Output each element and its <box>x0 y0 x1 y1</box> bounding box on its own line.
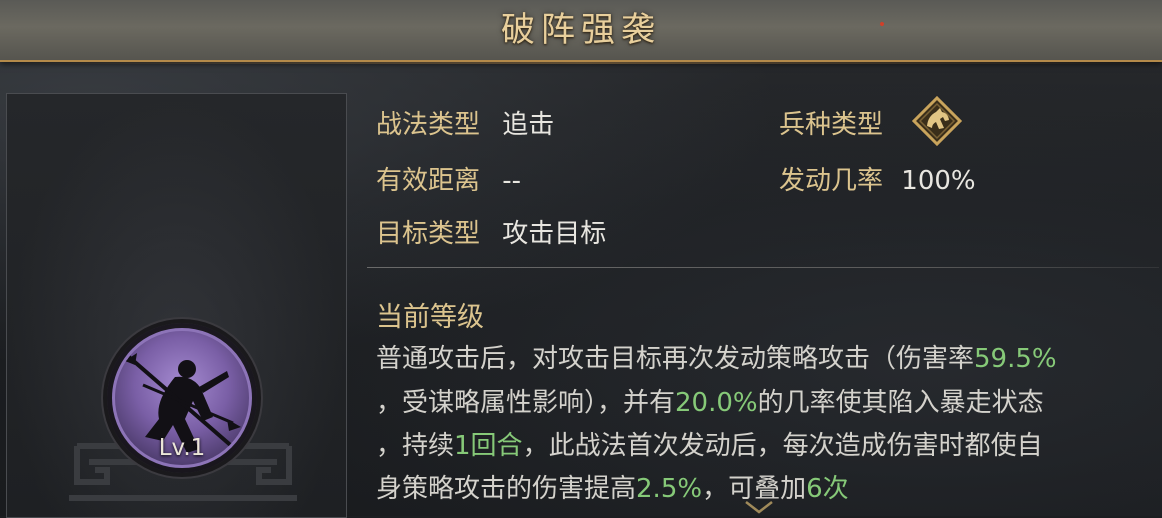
scroll-down-chevron-icon[interactable] <box>744 500 774 514</box>
trigger-rate-row: 发动几率 100% <box>779 160 976 197</box>
tactic-type-value: 追击 <box>502 110 555 140</box>
target-row: 目标类型 攻击目标 <box>376 213 606 250</box>
desc-highlight: 59.5% <box>974 344 1057 374</box>
skill-level: Lv.1 <box>158 435 206 461</box>
distance-value: -- <box>502 166 522 196</box>
desc-text: 的几率使其陷入暴走状态 <box>757 388 1044 418</box>
desc-highlight: 2.5% <box>636 474 703 504</box>
tactic-type-row: 战法类型 追击 <box>376 104 554 141</box>
desc-highlight: 6次 <box>806 474 849 504</box>
title-bar: 破阵强袭 <box>0 0 1162 64</box>
distance-label: 有效距离 <box>376 166 481 196</box>
troop-type-label: 兵种类型 <box>779 110 884 140</box>
target-value: 攻击目标 <box>502 219 607 249</box>
section-divider <box>367 267 1159 268</box>
desc-text: ，持续 <box>376 431 455 461</box>
desc-line-3: ，持续1回合，此战法首次发动后，每次造成伤害时都使自 <box>376 425 1043 462</box>
trigger-rate-value: 100% <box>901 166 976 196</box>
desc-line-1: 普通攻击后，对攻击目标再次发动策略攻击（伤害率59.5% <box>376 338 1057 375</box>
distance-row: 有效距离 -- <box>376 160 521 197</box>
desc-line-4: 身策略攻击的伤害提高2.5%，可叠加6次 <box>376 468 849 505</box>
desc-highlight: 20.0% <box>675 388 758 418</box>
skill-portrait-panel: Lv.1 <box>6 93 347 518</box>
target-label: 目标类型 <box>376 219 481 249</box>
skill-title: 破阵强袭 <box>501 10 661 50</box>
desc-line-2: ，受谋略属性影响），并有20.0%的几率使其陷入暴走状态 <box>376 382 1044 419</box>
desc-text: 身策略攻击的伤害提高 <box>376 474 637 504</box>
tactic-type-label: 战法类型 <box>376 110 481 140</box>
current-level-title: 当前等级 <box>376 302 484 333</box>
desc-text: ，受谋略属性影响），并有 <box>376 388 676 418</box>
skill-icon-medal: Lv.1 <box>107 323 257 473</box>
trigger-rate-label: 发动几率 <box>779 166 884 196</box>
desc-text: 普通攻击后，对攻击目标再次发动策略攻击（伤害率 <box>376 344 975 374</box>
desc-text: ，此战法首次发动后，每次造成伤害时都使自 <box>522 431 1043 461</box>
desc-highlight: 1回合 <box>454 431 523 461</box>
troop-type-row: 兵种类型 <box>779 104 883 141</box>
cavalry-horse-icon[interactable] <box>912 96 962 146</box>
